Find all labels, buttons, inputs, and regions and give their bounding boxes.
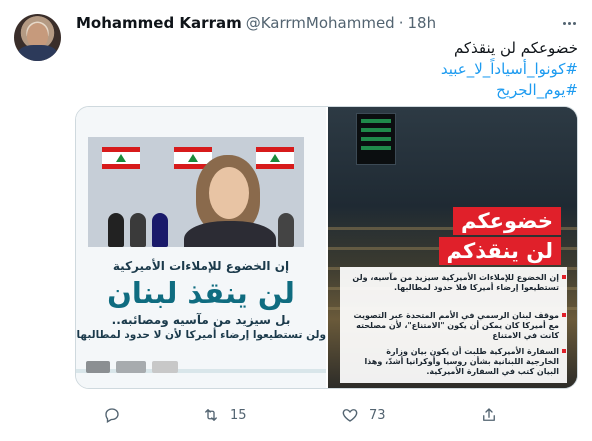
image-caption-line: ولن تستطيعوا إرضاء أميركا لأن لا حدود لم… (75, 329, 326, 341)
more-dot (572, 21, 576, 25)
vote-bar (361, 146, 391, 150)
more-horizontal-icon[interactable] (560, 14, 578, 32)
speaker-face (209, 167, 249, 219)
avatar[interactable] (14, 14, 61, 61)
vote-bar (361, 128, 391, 132)
vote-bar (361, 119, 391, 123)
vote-board (356, 113, 396, 165)
action-bar: 15 73 (75, 405, 578, 425)
like-count: 73 (369, 407, 386, 423)
tweet-text: خضوعكم لن ينقذكم #كونوا_أسياداً_لا_عبيد … (98, 38, 578, 101)
author-name[interactable]: Mohammed Karram (76, 14, 242, 32)
author-handle[interactable]: @KarrmMohammed (246, 14, 395, 32)
header-separator: · (398, 14, 404, 32)
lebanon-flag-icon (102, 147, 140, 169)
media-image-left[interactable]: إن الخضوع للإملاءات الأميركية لن ينقذ لب… (75, 107, 326, 388)
retweet-button[interactable]: 15 (202, 405, 247, 425)
image-headline: لن ينقذ لبنان (107, 276, 295, 310)
logo-icon (86, 361, 110, 373)
speaker-body (184, 221, 276, 247)
share-button[interactable] (480, 405, 498, 425)
reply-icon (105, 408, 119, 423)
image-title: خضوعكم (452, 207, 561, 235)
retweet-icon (205, 409, 217, 421)
image-title: لن ينقذكم (438, 237, 561, 265)
image-caption-line: بل سيزيد من مآسيه ومصائبه.. (111, 313, 291, 327)
vote-bar (361, 137, 391, 141)
image-caption-line: إن الخضوع للإملاءات الأميركية (112, 259, 290, 273)
reply-button[interactable] (103, 405, 131, 425)
heart-icon (342, 409, 358, 422)
avatar-shirt (18, 45, 57, 61)
bullet-item: موقف لبنان الرسمي في الأمم المتحدة عبر ا… (351, 311, 566, 341)
retweet-count: 15 (230, 407, 247, 423)
like-button[interactable]: 73 (341, 405, 386, 425)
microphone-icon (278, 213, 294, 247)
more-dot (562, 21, 566, 25)
microphone-icon (152, 213, 168, 247)
logo-strip (86, 361, 178, 373)
microphone-icon (108, 213, 124, 247)
tweet-time[interactable]: 18h (407, 14, 436, 32)
microphone-icon (130, 213, 146, 247)
media-image-right[interactable]: خضوعكم لن ينقذكم إن الخضوع للإملاءات الأ… (328, 107, 577, 388)
lebanon-flag-icon (256, 147, 294, 169)
bullet-item: السفارة الأميركية طلبت أن يكون بيان وزار… (351, 347, 566, 377)
bullet-item: إن الخضوع للإملاءات الأميركية سيزيد من م… (352, 273, 566, 292)
press-conference-photo (88, 137, 304, 247)
tweet-text-line: خضوعكم لن ينقذكم (453, 39, 578, 57)
media-grid[interactable]: إن الخضوع للإملاءات الأميركية لن ينقذ لب… (75, 106, 578, 389)
tweet-header: Mohammed Karram @KarrmMohammed · 18h (76, 14, 436, 32)
share-icon (483, 408, 495, 421)
tweet-card[interactable]: Mohammed Karram @KarrmMohammed · 18h خضو… (0, 0, 592, 441)
logo-icon (116, 361, 146, 373)
hashtag-link[interactable]: #كونوا_أسياداً_لا_عبيد (98, 59, 578, 80)
bullet-list-box: إن الخضوع للإملاءات الأميركية سيزيد من م… (340, 267, 567, 383)
hashtag-link[interactable]: #يوم_الجريح (98, 80, 578, 101)
more-dot (567, 21, 571, 25)
logo-icon (152, 361, 178, 373)
